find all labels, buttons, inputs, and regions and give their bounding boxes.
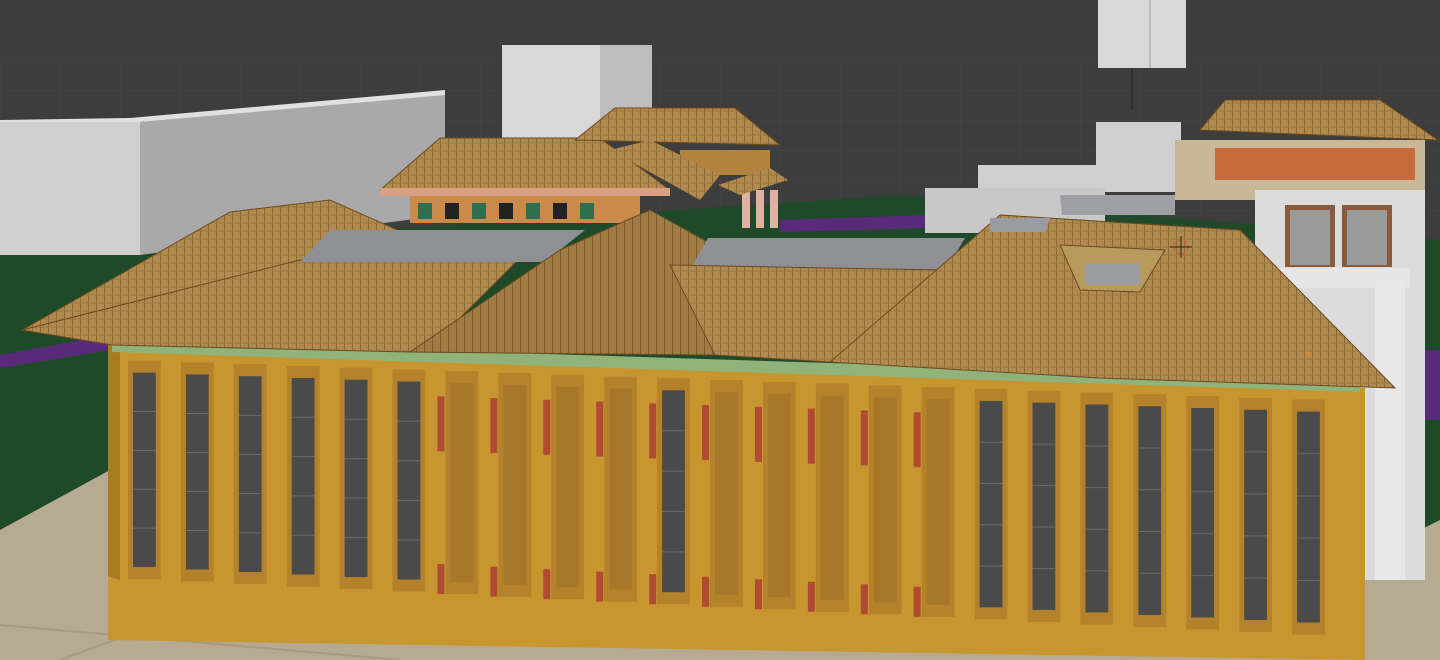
window-glass xyxy=(1032,402,1056,610)
window-glass xyxy=(979,400,1003,608)
roof-flat-1 xyxy=(300,230,585,262)
pillar-accent xyxy=(596,401,604,457)
pillar-accent xyxy=(649,403,657,459)
pillar-base-accent xyxy=(754,579,762,610)
door-panel xyxy=(503,385,527,585)
pillar-accent xyxy=(754,406,762,462)
pillar-base-accent xyxy=(490,566,498,597)
door-panel xyxy=(926,399,950,605)
pillar-accent xyxy=(860,410,868,466)
door-panel xyxy=(556,386,580,588)
pillar-accent xyxy=(913,412,921,468)
window-glass xyxy=(397,381,421,580)
rear-pavilion-columns xyxy=(742,190,778,228)
tower-column xyxy=(1375,280,1405,580)
pillar-base-accent xyxy=(702,576,710,607)
pillar-base-accent xyxy=(543,569,551,600)
window-glass xyxy=(185,374,209,570)
door-panel xyxy=(767,393,791,598)
scene-canvas[interactable] xyxy=(0,0,1440,660)
window-glass xyxy=(344,379,368,578)
origin-point xyxy=(1306,351,1310,355)
roof-right-flat xyxy=(990,218,1050,232)
pillar-base-accent xyxy=(860,584,868,615)
pillar-accent xyxy=(437,396,445,452)
back-pavilion-wall xyxy=(410,195,640,223)
placeholder-block-left-front xyxy=(0,122,140,255)
pillar-base-accent xyxy=(807,581,815,612)
window-glass xyxy=(1191,408,1215,618)
door-panel xyxy=(450,383,474,583)
tower-window-left-glass xyxy=(1290,210,1330,265)
roof-dormer-flat xyxy=(1085,263,1140,285)
window-glass xyxy=(1244,409,1267,620)
pillar-accent xyxy=(543,399,551,455)
window-glass xyxy=(1085,404,1109,613)
door-panel xyxy=(609,388,633,590)
door-panel xyxy=(873,397,897,603)
window-glass xyxy=(238,376,262,573)
door-panel xyxy=(715,392,738,595)
3d-viewport[interactable] xyxy=(0,0,1440,660)
door-panel xyxy=(820,395,844,600)
window-glass xyxy=(1138,406,1162,615)
pillar-base-accent xyxy=(913,586,921,617)
roof-right-back-flat xyxy=(1060,195,1175,215)
tower-window-right-glass xyxy=(1347,210,1387,265)
window-glass xyxy=(291,377,315,575)
window-glass xyxy=(133,372,156,567)
main-building-left-face xyxy=(108,340,120,580)
pillar-base-accent xyxy=(596,571,604,602)
placeholder-block-mid xyxy=(1096,122,1181,192)
pillar-accent xyxy=(807,408,815,464)
tower-beam xyxy=(1215,148,1415,180)
pillar-accent xyxy=(702,405,710,461)
window-glass xyxy=(1297,411,1320,623)
placeholder-block-tall xyxy=(1098,0,1186,68)
back-pavilion-eave xyxy=(380,188,670,196)
window-glass xyxy=(662,390,685,593)
pillar-base-accent xyxy=(437,564,445,595)
pillar-base-accent xyxy=(649,574,657,605)
pillar-accent xyxy=(490,398,498,454)
